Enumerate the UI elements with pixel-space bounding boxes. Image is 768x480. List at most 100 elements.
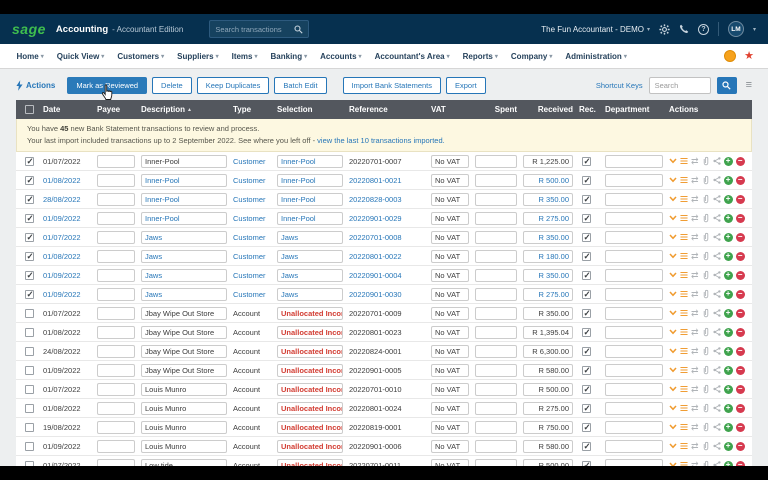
header-select-all[interactable] [16,105,40,114]
received-input[interactable]: R 500.00 [523,459,573,467]
reference-link[interactable]: 20220701-0010 [349,385,402,394]
transfer-icon[interactable]: ⇄ [691,366,699,375]
expand-icon[interactable] [669,272,677,278]
remove-row-icon[interactable]: − [736,176,745,185]
table-search-input[interactable]: Search [649,77,711,94]
vat-input[interactable]: No VAT [431,383,469,396]
date-link[interactable]: 01/07/2022 [43,157,81,166]
expand-icon[interactable] [669,196,677,202]
menu-company[interactable]: Company▾ [504,52,558,61]
description-input[interactable]: Jbay Wipe Out Store [141,345,227,358]
row-checkbox[interactable] [25,347,34,356]
received-input[interactable]: R 580.00 [523,440,573,453]
department-input[interactable] [605,174,663,187]
selection-input[interactable]: Unallocated Income [277,440,343,453]
received-input[interactable]: R 6,300.00 [523,345,573,358]
date-link[interactable]: 01/09/2022 [43,366,81,375]
description-input[interactable]: Inner-Pool [141,155,227,168]
row-checkbox[interactable] [25,252,34,261]
transfer-icon[interactable]: ⇄ [691,309,699,318]
table-search-button[interactable] [717,77,737,94]
received-input[interactable]: R 1,395.04 [523,326,573,339]
header-department[interactable]: Department [602,105,666,114]
row-checkbox[interactable] [25,461,34,467]
payee-input[interactable] [97,440,135,453]
menu-home[interactable]: Home▾ [10,52,50,61]
reconciled-checkbox[interactable] [582,461,591,467]
payee-input[interactable] [97,421,135,434]
transfer-icon[interactable]: ⇄ [691,290,699,299]
reference-link[interactable]: 20220801-0021 [349,176,402,185]
received-input[interactable]: R 350.00 [523,269,573,282]
selection-input[interactable]: Unallocated Income [277,326,343,339]
description-input[interactable]: Low tide [141,459,227,467]
received-input[interactable]: R 180.00 [523,250,573,263]
reference-link[interactable]: 20220824-0001 [349,347,402,356]
expand-icon[interactable] [669,424,677,430]
shortcut-keys-link[interactable]: Shortcut Keys [596,81,643,90]
spent-input[interactable] [475,421,517,434]
remove-row-icon[interactable]: − [736,328,745,337]
add-row-icon[interactable]: + [724,423,733,432]
attachment-icon[interactable] [702,308,710,318]
selection-input[interactable]: Jaws [277,288,343,301]
split-icon[interactable] [713,157,721,165]
vat-input[interactable]: No VAT [431,193,469,206]
spent-input[interactable] [475,459,517,467]
description-input[interactable]: Louis Munro [141,421,227,434]
chevron-down-icon[interactable]: ▾ [753,26,756,33]
attachment-icon[interactable] [702,232,710,242]
vat-input[interactable]: No VAT [431,459,469,467]
match-icon[interactable] [680,347,688,355]
spent-input[interactable] [475,307,517,320]
split-icon[interactable] [713,271,721,279]
date-link[interactable]: 01/08/2022 [43,404,81,413]
selection-input[interactable]: Unallocated Income [277,364,343,377]
reference-link[interactable]: 20220901-0030 [349,290,402,299]
received-input[interactable]: R 1,225.00 [523,155,573,168]
attachment-icon[interactable] [702,213,710,223]
selection-input[interactable]: Inner-Pool [277,193,343,206]
type-link[interactable]: Customer [233,271,266,280]
split-icon[interactable] [713,347,721,355]
transfer-icon[interactable]: ⇄ [691,423,699,432]
attachment-icon[interactable] [702,270,710,280]
header-rec[interactable]: Rec. [576,105,602,114]
add-row-icon[interactable]: + [724,252,733,261]
expand-icon[interactable] [669,367,677,373]
payee-input[interactable] [97,459,135,467]
transfer-icon[interactable]: ⇄ [691,328,699,337]
selection-input[interactable]: Unallocated Income [277,383,343,396]
reconciled-checkbox[interactable] [582,328,591,337]
remove-row-icon[interactable]: − [736,442,745,451]
reconciled-checkbox[interactable] [582,309,591,318]
spent-input[interactable] [475,402,517,415]
row-checkbox[interactable] [25,366,34,375]
match-icon[interactable] [680,214,688,222]
header-spent[interactable]: Spent [472,105,520,114]
vat-input[interactable]: No VAT [431,250,469,263]
reconciled-checkbox[interactable] [582,423,591,432]
received-input[interactable]: R 275.00 [523,402,573,415]
split-icon[interactable] [713,214,721,222]
description-input[interactable]: Jaws [141,231,227,244]
menu-accountants-area[interactable]: Accountant's Area▾ [368,52,456,61]
match-icon[interactable] [680,252,688,260]
export-button[interactable]: Export [446,77,486,94]
match-icon[interactable] [680,385,688,393]
spent-input[interactable] [475,155,517,168]
transfer-icon[interactable]: ⇄ [691,347,699,356]
attachment-icon[interactable] [702,441,710,451]
date-link[interactable]: 01/09/2022 [43,442,81,451]
received-input[interactable]: R 500.00 [523,174,573,187]
remove-row-icon[interactable]: − [736,214,745,223]
description-input[interactable]: Inner-Pool [141,212,227,225]
transfer-icon[interactable]: ⇄ [691,214,699,223]
received-input[interactable]: R 350.00 [523,193,573,206]
attachment-icon[interactable] [702,384,710,394]
vat-input[interactable]: No VAT [431,364,469,377]
date-link[interactable]: 01/08/2022 [43,176,81,185]
vat-input[interactable]: No VAT [431,421,469,434]
selection-input[interactable]: Unallocated Income [277,402,343,415]
header-type[interactable]: Type [230,105,274,114]
